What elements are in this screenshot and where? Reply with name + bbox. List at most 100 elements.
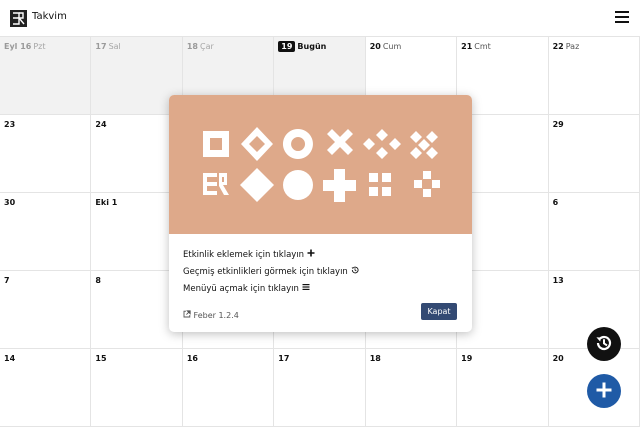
day-label: 7 xyxy=(4,276,10,285)
history-icon xyxy=(351,266,359,276)
day-label: 17 xyxy=(278,354,289,363)
day-number: 19 xyxy=(278,41,296,52)
calendar-day-cell[interactable]: 17 xyxy=(274,349,366,427)
external-link-icon xyxy=(183,310,194,320)
day-number: Eyl 16 xyxy=(4,42,32,51)
add-event-button[interactable] xyxy=(587,374,621,408)
day-number: 7 xyxy=(4,276,10,285)
day-label: 8 xyxy=(95,276,101,285)
day-number: 16 xyxy=(186,354,198,363)
calendar-day-cell[interactable]: 15 xyxy=(91,349,183,427)
history-icon xyxy=(594,333,614,356)
diamonds-grid-icon xyxy=(410,131,438,159)
day-number: Eki 1 xyxy=(95,198,118,207)
diamond-outline-icon xyxy=(241,127,273,161)
day-label: Eyl 16 Pzt xyxy=(4,42,46,51)
day-label: 29 xyxy=(553,120,564,129)
day-number: 19 xyxy=(461,354,473,363)
day-number: 8 xyxy=(95,276,101,285)
calendar-day-cell[interactable]: 30 xyxy=(0,193,92,271)
calendar-day-cell[interactable]: Eyl 16 Pzt xyxy=(0,37,92,115)
app-title: Takvim xyxy=(32,11,67,22)
day-number: 17 xyxy=(278,354,290,363)
calendar-day-cell[interactable]: 7 xyxy=(0,271,92,349)
app-header: Takvim xyxy=(0,0,640,37)
day-label: 20 xyxy=(553,354,564,363)
weekday-label: Cum xyxy=(382,42,402,51)
menu-hint-text: Menüyü açmak için tıklayın xyxy=(183,284,299,294)
day-label: 6 xyxy=(553,198,559,207)
day-number: 13 xyxy=(552,276,564,285)
hero-banner xyxy=(169,95,472,234)
day-number: 23 xyxy=(4,120,16,129)
day-number: 20 xyxy=(552,354,564,363)
day-number: 18 xyxy=(369,354,381,363)
close-button[interactable]: Kapat xyxy=(421,303,457,320)
diamond-solid-icon xyxy=(240,168,274,202)
diamonds-cluster-icon xyxy=(363,129,401,159)
day-number: 20 xyxy=(369,42,381,51)
plus-icon xyxy=(595,381,613,402)
day-number: 14 xyxy=(4,354,16,363)
day-number: 17 xyxy=(95,42,107,51)
feber-logo-icon xyxy=(10,10,27,27)
day-number: 30 xyxy=(4,198,16,207)
day-label: 16 xyxy=(187,354,198,363)
version-link[interactable]: Feber 1.2.4 xyxy=(183,310,239,320)
day-number: 18 xyxy=(186,42,198,51)
calendar-day-cell[interactable]: 18 xyxy=(365,349,458,427)
calendar-day-cell[interactable]: 16 xyxy=(182,349,275,427)
ring-icon xyxy=(282,129,313,159)
add-event-hint-text: Etkinlik eklemek için tıklayın xyxy=(183,250,305,260)
day-label: Eki 1 xyxy=(95,198,117,207)
day-number: 22 xyxy=(552,42,564,51)
calendar-day-cell[interactable]: 23 xyxy=(0,115,92,193)
day-label: 30 xyxy=(4,198,15,207)
calendar-day-cell[interactable]: 14 xyxy=(0,349,92,427)
day-label: 13 xyxy=(553,276,564,285)
day-label: 19 Bugün xyxy=(278,41,327,52)
day-label: 19 xyxy=(461,354,472,363)
day-number: 21 xyxy=(461,42,473,51)
day-label: 23 xyxy=(4,120,15,129)
day-number: 6 xyxy=(552,198,559,207)
menu-icon xyxy=(302,283,310,293)
menu-hint: Menüyü açmak için tıklayın xyxy=(183,283,310,294)
weekday-label: Bugün xyxy=(297,42,327,51)
weekday-label: Pzt xyxy=(33,42,46,51)
x-cross-icon xyxy=(327,129,353,155)
weekday-label: Paz xyxy=(565,42,580,51)
version-text: Feber 1.2.4 xyxy=(193,311,239,320)
day-label: 17 Sal xyxy=(95,42,120,51)
history-hint: Geçmiş etkinlikleri görmek için tıklayın xyxy=(183,266,359,277)
day-number: 29 xyxy=(552,120,564,129)
calendar-day-cell[interactable]: 29 xyxy=(548,115,640,193)
day-label: 20 Cum xyxy=(370,42,402,51)
day-label: 22 Paz xyxy=(553,42,580,51)
square-outline-icon xyxy=(203,131,229,157)
hamburger-menu-icon[interactable] xyxy=(615,11,629,25)
plus-icon xyxy=(307,249,315,259)
squares-grid-icon xyxy=(369,173,391,196)
history-button[interactable] xyxy=(587,327,621,361)
day-label: 18 Çar xyxy=(187,42,214,51)
weekday-label: Cmt xyxy=(474,42,491,51)
plus-solid-icon xyxy=(323,169,356,202)
day-label: 15 xyxy=(95,354,106,363)
day-number: 24 xyxy=(95,120,107,129)
circle-solid-icon xyxy=(283,170,313,200)
calendar-day-cell[interactable]: 19 xyxy=(457,349,549,427)
welcome-dialog: Etkinlik eklemek için tıklayın Geçmiş et… xyxy=(169,95,472,332)
weekday-label: Çar xyxy=(199,42,214,51)
calendar-day-cell[interactable]: 22 Paz xyxy=(548,37,640,115)
day-label: 18 xyxy=(370,354,381,363)
history-hint-text: Geçmiş etkinlikleri görmek için tıklayın xyxy=(183,267,348,277)
day-label: 24 xyxy=(95,120,106,129)
calendar-day-cell[interactable]: 6 xyxy=(548,193,640,271)
weekday-label: Sal xyxy=(108,42,121,51)
add-event-hint: Etkinlik eklemek için tıklayın xyxy=(183,249,315,260)
day-number: 15 xyxy=(95,354,107,363)
squares-cross-icon xyxy=(414,171,440,197)
day-label: 14 xyxy=(4,354,15,363)
day-label: 21 Cmt xyxy=(461,42,491,51)
